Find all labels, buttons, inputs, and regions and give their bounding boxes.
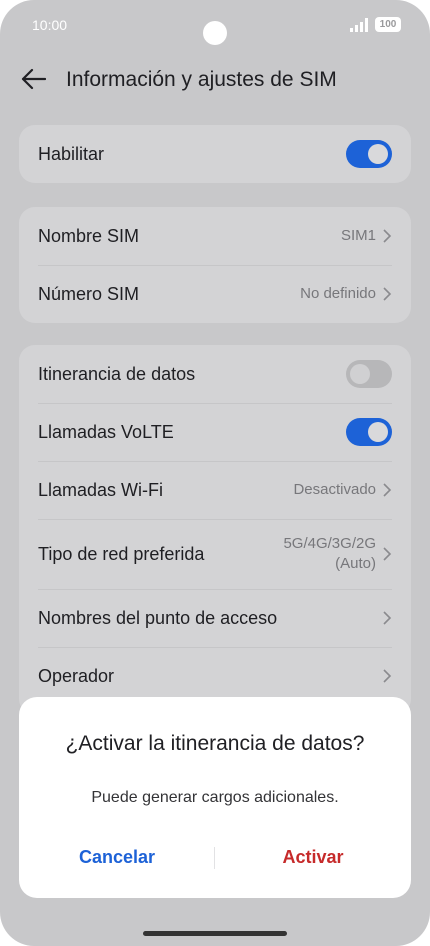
cancel-button[interactable]: Cancelar	[19, 847, 215, 868]
volte-toggle[interactable]	[346, 418, 392, 446]
enable-toggle[interactable]	[346, 140, 392, 168]
roaming-label: Itinerancia de datos	[38, 363, 196, 384]
enable-label: Habilitar	[38, 143, 105, 164]
status-bar: 10:00 100	[0, 0, 430, 50]
roaming-row[interactable]: Itinerancia de datos	[19, 345, 411, 403]
volte-label: Llamadas VoLTE	[38, 421, 174, 442]
roaming-dialog: ¿Activar la itinerancia de datos? Puede …	[19, 697, 411, 898]
sim-name-row[interactable]: Nombre SIM SIM1	[19, 207, 411, 265]
operator-label: Operador	[38, 665, 115, 686]
chevron-right-icon	[383, 229, 392, 243]
battery-icon: 100	[375, 17, 401, 32]
chevron-right-icon	[383, 611, 392, 625]
enable-card: Habilitar	[19, 125, 411, 183]
chevron-right-icon	[383, 483, 392, 497]
apn-label: Nombres del punto de acceso	[38, 607, 278, 628]
volte-row[interactable]: Llamadas VoLTE	[19, 403, 411, 461]
signal-icon	[350, 18, 368, 32]
sim-name-value: SIM1	[340, 227, 376, 244]
wifi-calls-label: Llamadas Wi-Fi	[38, 479, 164, 500]
network-type-value-line2: (Auto)	[335, 555, 376, 572]
network-type-row[interactable]: Tipo de red preferida 5G/4G/3G/2G (Auto)	[19, 519, 411, 589]
sim-info-card: Nombre SIM SIM1 Número SIM No definido	[19, 207, 411, 323]
camera-cutout	[203, 21, 227, 45]
activate-button[interactable]: Activar	[215, 847, 411, 868]
dialog-title: ¿Activar la itinerancia de datos?	[65, 732, 365, 755]
sim-number-label: Número SIM	[38, 283, 140, 304]
sim-number-value: No definido	[300, 285, 376, 302]
dialog-message: Puede generar cargos adicionales.	[91, 789, 339, 806]
chevron-right-icon	[383, 669, 392, 683]
wifi-calls-row[interactable]: Llamadas Wi-Fi Desactivado	[19, 461, 411, 519]
sim-number-row[interactable]: Número SIM No definido	[19, 265, 411, 323]
toggle-knob	[350, 364, 370, 384]
network-type-value: 5G/4G/3G/2G (Auto)	[283, 534, 376, 574]
apn-row[interactable]: Nombres del punto de acceso	[19, 589, 411, 647]
wifi-calls-value: Desactivado	[293, 481, 376, 498]
home-indicator[interactable]	[143, 931, 287, 936]
roaming-toggle[interactable]	[346, 360, 392, 388]
chevron-right-icon	[383, 287, 392, 301]
status-time: 10:00	[32, 17, 68, 33]
page-title: Información y ajustes de SIM	[66, 68, 337, 91]
back-arrow-icon[interactable]	[20, 68, 46, 90]
network-card: Itinerancia de datos Llamadas VoLTE Llam…	[19, 345, 411, 715]
chevron-right-icon	[383, 547, 392, 561]
toggle-knob	[368, 422, 388, 442]
toggle-knob	[368, 144, 388, 164]
header: Información y ajustes de SIM	[0, 58, 430, 102]
network-type-label: Tipo de red preferida	[38, 543, 205, 564]
phone-screen: 10:00 100 Información y ajustes de SIM H…	[0, 0, 430, 946]
network-type-value-line1: 5G/4G/3G/2G	[283, 535, 376, 552]
enable-row[interactable]: Habilitar	[19, 125, 411, 183]
sim-name-label: Nombre SIM	[38, 225, 140, 246]
